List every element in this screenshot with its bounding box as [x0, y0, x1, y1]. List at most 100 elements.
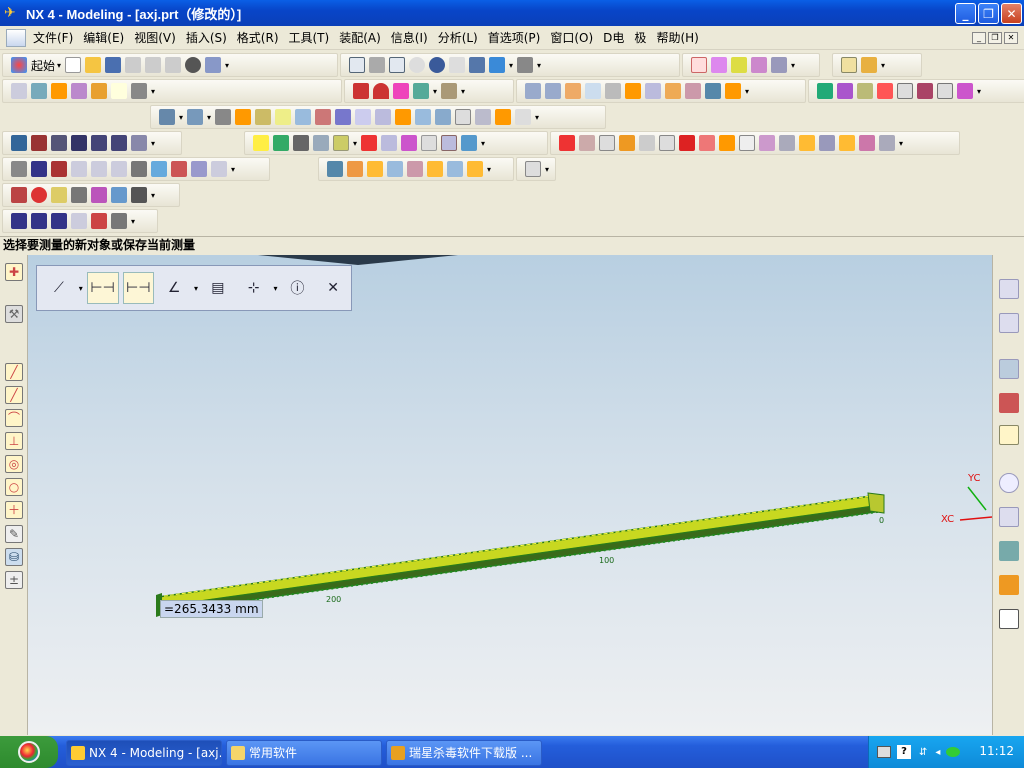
- profile-icon[interactable]: [91, 213, 107, 229]
- undo-icon[interactable]: [185, 57, 202, 73]
- sew-icon[interactable]: [475, 109, 492, 125]
- start-label[interactable]: 起始: [31, 57, 55, 74]
- weight-icon[interactable]: [131, 161, 147, 177]
- menu-window[interactable]: 窗口(O): [545, 27, 598, 49]
- edit-icon[interactable]: [861, 57, 877, 73]
- taskbar-item-folder[interactable]: 常用软件: [226, 740, 382, 766]
- network-icon[interactable]: [946, 747, 961, 757]
- menu-edit[interactable]: 编辑(E): [78, 27, 129, 49]
- blend-icon[interactable]: [725, 83, 741, 99]
- help-tab-icon[interactable]: [999, 425, 1019, 445]
- rebend-icon[interactable]: [427, 161, 443, 177]
- arrow-icon[interactable]: [211, 161, 227, 177]
- spreadsheet-icon[interactable]: [71, 135, 87, 151]
- measure-offset-icon[interactable]: ⊢⊣: [122, 272, 155, 304]
- restore-button[interactable]: ❐: [978, 3, 999, 24]
- revolve-icon[interactable]: [545, 83, 561, 99]
- offset-icon[interactable]: [413, 83, 429, 99]
- angle-90-icon[interactable]: [31, 161, 47, 177]
- studio-icon[interactable]: [957, 83, 973, 99]
- dome-icon[interactable]: [71, 187, 87, 203]
- curve-tool-icon[interactable]: ⌒: [5, 409, 23, 427]
- macro-icon[interactable]: [91, 135, 107, 151]
- tools-tab-icon[interactable]: [999, 541, 1019, 561]
- arc-icon[interactable]: [373, 83, 389, 99]
- taskbar-item-antivirus[interactable]: 瑞星杀毒软件下载版 ...: [386, 740, 542, 766]
- highlight-icon[interactable]: [799, 135, 815, 151]
- pocket-icon[interactable]: [645, 83, 661, 99]
- extract-icon[interactable]: [495, 109, 512, 125]
- volume-icon[interactable]: ◂: [935, 747, 940, 758]
- clipboard-icon[interactable]: [819, 135, 835, 151]
- color-icon[interactable]: [401, 135, 418, 151]
- grid-icon[interactable]: [71, 213, 87, 229]
- unite-icon[interactable]: [295, 109, 312, 125]
- roles-tab-icon[interactable]: [999, 575, 1019, 595]
- hide-icon[interactable]: [759, 135, 775, 151]
- assembly-navigator-tab-icon[interactable]: [999, 279, 1019, 299]
- gear-icon[interactable]: [859, 135, 875, 151]
- n-icon[interactable]: [51, 213, 67, 229]
- material-icon[interactable]: [421, 135, 438, 151]
- close-button[interactable]: ✕: [1001, 3, 1022, 24]
- surface-icon[interactable]: [817, 83, 833, 99]
- menu-tools[interactable]: 工具(T): [284, 27, 335, 49]
- disp-name-icon[interactable]: [71, 161, 87, 177]
- system-tab-icon[interactable]: [999, 609, 1019, 629]
- trim-body-icon[interactable]: [355, 109, 372, 125]
- app-menu-icon[interactable]: [6, 28, 26, 47]
- minimize-button[interactable]: _: [955, 3, 976, 24]
- wcs-icon[interactable]: [841, 57, 857, 73]
- axis-tool-icon[interactable]: ±: [5, 571, 23, 589]
- delete-icon[interactable]: [739, 135, 755, 151]
- filter-icon[interactable]: [711, 57, 727, 73]
- n-sided-icon[interactable]: [917, 83, 933, 99]
- wrench-icon[interactable]: ⚒: [5, 305, 23, 323]
- tiff-icon[interactable]: [361, 135, 378, 151]
- paste-icon[interactable]: [165, 57, 182, 73]
- cone-icon[interactable]: [255, 109, 272, 125]
- copy-icon[interactable]: [145, 57, 162, 73]
- sheet-icon[interactable]: [327, 161, 343, 177]
- zoom-icon[interactable]: [409, 57, 425, 73]
- stack-icon[interactable]: [91, 83, 107, 99]
- settings-icon[interactable]: [879, 135, 895, 151]
- tab-icon[interactable]: [367, 161, 383, 177]
- eye-icon[interactable]: [273, 135, 289, 151]
- chamfer-icon[interactable]: [395, 109, 412, 125]
- sketch-icon[interactable]: [111, 83, 127, 99]
- shaded-icon[interactable]: [489, 57, 505, 73]
- zoom-box-icon[interactable]: [369, 57, 385, 73]
- four-icon[interactable]: [31, 213, 47, 229]
- start-icon[interactable]: [11, 57, 27, 73]
- book-icon[interactable]: [31, 83, 47, 99]
- plane-icon[interactable]: [599, 135, 615, 151]
- mdi-restore-button[interactable]: ❐: [988, 32, 1002, 44]
- render-style-icon[interactable]: [517, 57, 534, 73]
- history-tab-icon[interactable]: [999, 393, 1019, 413]
- perspective-icon[interactable]: [469, 57, 485, 73]
- paint-icon[interactable]: [719, 135, 735, 151]
- center-tool-icon[interactable]: ◎: [5, 455, 23, 473]
- pen-tool-icon[interactable]: ✎: [5, 525, 23, 543]
- split-icon[interactable]: [375, 109, 392, 125]
- menu-help[interactable]: 帮助(H): [651, 27, 703, 49]
- repeat-icon[interactable]: [205, 57, 222, 73]
- menu-file[interactable]: 文件(F): [28, 27, 78, 49]
- info-icon[interactable]: ⓘ: [281, 272, 313, 304]
- list-icon[interactable]: [11, 135, 27, 151]
- edit-pencil-icon[interactable]: [191, 161, 207, 177]
- part-icon[interactable]: [131, 83, 147, 99]
- hole-icon[interactable]: [605, 83, 621, 99]
- del-name-icon[interactable]: [111, 161, 127, 177]
- layer-icon[interactable]: [751, 57, 767, 73]
- vector-icon[interactable]: [579, 135, 595, 151]
- flange-icon[interactable]: [347, 161, 363, 177]
- section-icon[interactable]: [333, 135, 349, 151]
- point-icon[interactable]: [559, 135, 575, 151]
- line-tool-icon[interactable]: ╱: [5, 363, 23, 381]
- package-icon[interactable]: [839, 135, 855, 151]
- keyboard-icon[interactable]: [877, 746, 891, 758]
- mirror-icon[interactable]: [455, 109, 472, 125]
- datum-icon[interactable]: [639, 135, 655, 151]
